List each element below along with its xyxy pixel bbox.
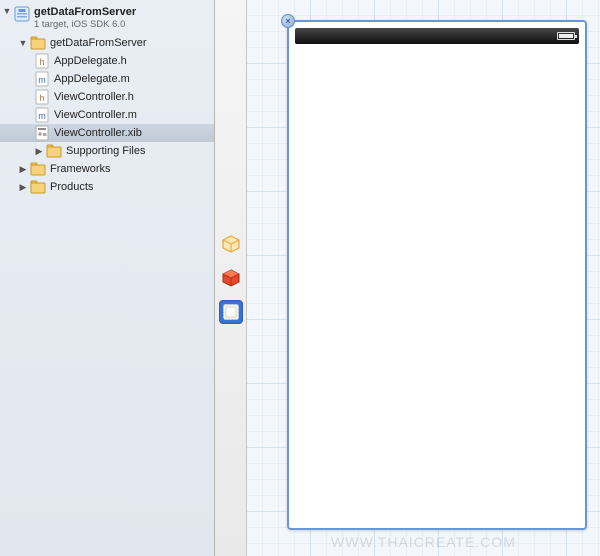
- file-label: AppDelegate.h: [54, 55, 127, 67]
- file-row-viewcontroller-h[interactable]: h ViewController.h: [0, 88, 214, 106]
- placeholder-first-responder[interactable]: [219, 266, 243, 290]
- file-label: ViewController.h: [54, 91, 134, 103]
- group-label: getDataFromServer: [50, 37, 147, 49]
- project-title: getDataFromServer: [34, 6, 136, 18]
- group-frameworks[interactable]: ▶ Frameworks: [0, 160, 214, 178]
- group-row[interactable]: ▼ getDataFromServer: [0, 34, 214, 52]
- iphone-view-frame[interactable]: ×: [287, 20, 587, 530]
- svg-text:m: m: [38, 111, 46, 121]
- disclosure-triangle-icon[interactable]: ▼: [18, 38, 28, 48]
- folder-icon: [30, 35, 46, 51]
- project-subtitle: 1 target, iOS SDK 6.0: [34, 19, 136, 30]
- project-root-row[interactable]: ▼ getDataFromServer 1 target, iOS SDK 6.…: [0, 4, 214, 34]
- project-navigator: ▼ getDataFromServer 1 target, iOS SDK 6.…: [0, 0, 215, 556]
- file-row-viewcontroller-xib[interactable]: ViewController.xib: [0, 124, 214, 142]
- folder-icon: [30, 161, 46, 177]
- status-bar: [295, 28, 579, 44]
- watermark-text: WWW.THAICREATE.COM: [331, 534, 516, 550]
- disclosure-triangle-icon[interactable]: ▶: [34, 146, 44, 156]
- battery-icon: [557, 32, 575, 40]
- svg-text:m: m: [38, 75, 46, 85]
- document-outline-dock: [215, 0, 247, 556]
- file-row-appdelegate-h[interactable]: h AppDelegate.h: [0, 52, 214, 70]
- disclosure-triangle-icon[interactable]: ▶: [18, 182, 28, 192]
- svg-text:h: h: [39, 57, 44, 67]
- placeholder-files-owner[interactable]: [219, 232, 243, 256]
- interface-builder-canvas[interactable]: × WWW.THAICREATE.COM: [247, 0, 600, 556]
- file-row-viewcontroller-m[interactable]: m ViewController.m: [0, 106, 214, 124]
- group-products[interactable]: ▶ Products: [0, 178, 214, 196]
- object-view[interactable]: [219, 300, 243, 324]
- group-label: Frameworks: [50, 163, 111, 175]
- disclosure-triangle-icon[interactable]: ▼: [2, 6, 12, 16]
- disclosure-triangle-icon[interactable]: ▶: [18, 164, 28, 174]
- group-label: Products: [50, 181, 93, 193]
- xcode-window: ▼ getDataFromServer 1 target, iOS SDK 6.…: [0, 0, 600, 556]
- xcode-project-icon: [14, 6, 30, 22]
- close-icon[interactable]: ×: [281, 14, 295, 28]
- group-label: Supporting Files: [66, 145, 146, 157]
- folder-icon: [30, 179, 46, 195]
- header-file-icon: h: [34, 89, 50, 105]
- group-supporting-files[interactable]: ▶ Supporting Files: [0, 142, 214, 160]
- file-label: ViewController.xib: [54, 127, 142, 139]
- folder-icon: [46, 143, 62, 159]
- impl-file-icon: m: [34, 71, 50, 87]
- file-row-appdelegate-m[interactable]: m AppDelegate.m: [0, 70, 214, 88]
- xib-file-icon: [34, 125, 50, 141]
- file-label: AppDelegate.m: [54, 73, 130, 85]
- file-label: ViewController.m: [54, 109, 137, 121]
- header-file-icon: h: [34, 53, 50, 69]
- impl-file-icon: m: [34, 107, 50, 123]
- svg-text:h: h: [39, 93, 44, 103]
